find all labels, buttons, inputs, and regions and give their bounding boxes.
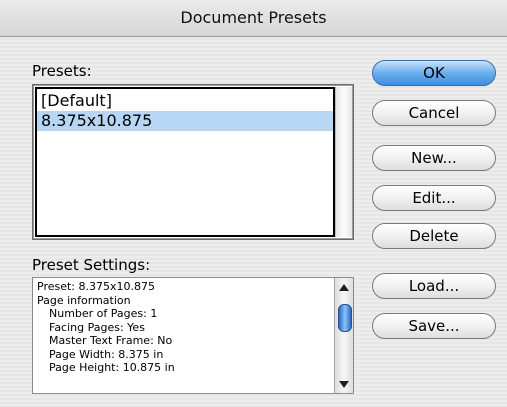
settings-line-page-info: Page information (37, 293, 131, 307)
preset-settings-label: Preset Settings: (32, 256, 151, 274)
new-button[interactable]: New... (372, 145, 496, 171)
presets-list-content: [Default] 8.375x10.875 (35, 87, 335, 237)
list-item-default[interactable]: [Default] (37, 91, 333, 111)
dialog-title: Document Presets (180, 8, 327, 27)
settings-line-master-frame: Master Text Frame: No (49, 334, 173, 347)
presets-label: Presets: (32, 62, 92, 80)
title-bar[interactable]: Document Presets (0, 0, 507, 37)
scroll-down-icon[interactable] (339, 381, 349, 388)
edit-button[interactable]: Edit... (372, 185, 496, 211)
settings-line-width: Page Width: 8.375 in (49, 347, 164, 361)
preset-settings-box: Preset: 8.375x10.875 Page information Nu… (32, 277, 354, 394)
save-button[interactable]: Save... (372, 313, 496, 339)
settings-line-pages: Number of Pages: 1 (49, 307, 158, 320)
settings-line-facing: Facing Pages: Yes (49, 320, 145, 334)
cancel-button[interactable]: Cancel (372, 100, 496, 126)
settings-scrollbar[interactable] (334, 278, 353, 393)
settings-line-height: Page Height: 10.875 in (49, 361, 175, 374)
scroll-thumb[interactable] (338, 304, 352, 332)
presets-scrollbar[interactable] (335, 87, 352, 237)
load-button[interactable]: Load... (372, 273, 496, 299)
ok-button[interactable]: OK (372, 60, 496, 86)
document-presets-dialog: Document Presets Presets: [Default] 8.37… (0, 0, 507, 407)
list-item-selected[interactable]: 8.375x10.875 (37, 111, 333, 131)
scroll-up-icon[interactable] (339, 284, 349, 291)
presets-list[interactable]: [Default] 8.375x10.875 (32, 84, 354, 240)
preset-settings-text: Preset: 8.375x10.875 Page information Nu… (37, 280, 327, 375)
settings-line-preset: Preset: 8.375x10.875 (37, 280, 155, 293)
delete-button[interactable]: Delete (372, 223, 496, 249)
